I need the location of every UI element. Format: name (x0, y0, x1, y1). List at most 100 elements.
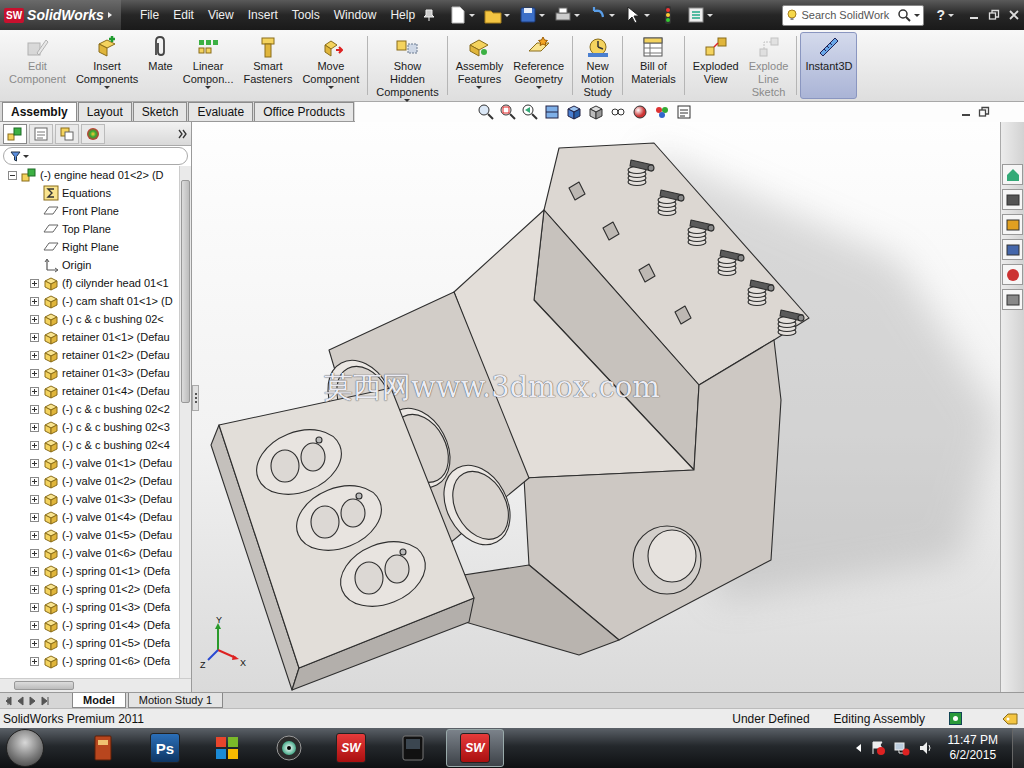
tree-item[interactable]: (-) spring 01<1> (Defa (0, 562, 179, 580)
quick-access-tool[interactable] (586, 3, 617, 27)
show-desktop-button[interactable] (1012, 728, 1024, 768)
view-tool-icon[interactable] (521, 103, 539, 121)
nav-arrow-icon[interactable] (16, 696, 26, 706)
task-pane-button[interactable] (1002, 164, 1023, 185)
view-tool-icon[interactable] (565, 103, 583, 121)
view-tool-icon[interactable] (609, 103, 627, 121)
view-tool-icon[interactable] (499, 103, 517, 121)
clock[interactable]: 11:47 PM6/2/2015 (942, 733, 1004, 763)
quick-access-tool[interactable] (684, 3, 715, 27)
show-hidden-icons-icon[interactable] (854, 743, 862, 753)
view-tool-icon[interactable] (477, 103, 495, 121)
command-button[interactable]: NewMotionStudy (576, 32, 619, 99)
nav-arrow-icon[interactable] (28, 696, 38, 706)
task-pane-button[interactable] (1002, 289, 1023, 310)
horizontal-scrollbar[interactable] (0, 678, 191, 692)
scroll-thumb[interactable] (181, 180, 190, 403)
tree-item[interactable]: (-) spring 01<2> (Defa (0, 580, 179, 598)
menu-item[interactable]: Help (383, 6, 422, 24)
expander-icon[interactable] (30, 333, 39, 342)
network-icon[interactable] (894, 740, 910, 756)
command-button[interactable]: EditComponent (4, 32, 71, 99)
quick-access-tool[interactable] (656, 3, 680, 27)
panel-splitter[interactable] (192, 385, 199, 411)
tree-item[interactable]: (f) cilynder head 01<1 (0, 274, 179, 292)
quick-access-tool[interactable] (446, 3, 477, 27)
command-button[interactable]: InsertComponents (71, 32, 143, 99)
menu-item[interactable]: Insert (241, 6, 285, 24)
bottom-tab[interactable]: Motion Study 1 (128, 693, 223, 708)
expander-icon[interactable] (30, 531, 39, 540)
expander-icon[interactable] (30, 621, 39, 630)
minimize-icon[interactable] (960, 106, 972, 118)
tree-item[interactable]: (-) valve 01<6> (Defau (0, 544, 179, 562)
command-button[interactable]: ExplodedView (688, 32, 744, 99)
expander-icon[interactable] (30, 387, 39, 396)
more-chevron-icon[interactable] (178, 129, 188, 139)
tree-item[interactable]: (-) c & c bushing 02< (0, 310, 179, 328)
tree-item[interactable]: (-) engine head 01<2> (D (0, 166, 179, 184)
view-tool-icon[interactable] (653, 103, 671, 121)
tree-item[interactable]: Right Plane (0, 238, 179, 256)
command-button[interactable]: Bill ofMaterials (626, 32, 681, 99)
command-button[interactable]: AssemblyFeatures (451, 32, 509, 99)
quick-access-tool[interactable] (481, 3, 512, 27)
expander-icon[interactable] (30, 657, 39, 666)
tab[interactable]: Office Products (254, 102, 354, 121)
expander-icon[interactable] (30, 423, 39, 432)
scroll-thumb[interactable] (14, 681, 74, 690)
pin-icon[interactable] (422, 8, 436, 22)
search-field[interactable]: Search SolidWork (782, 5, 924, 26)
command-button[interactable]: Instant3D (800, 32, 857, 99)
close-icon[interactable] (1008, 9, 1020, 21)
taskbar-app[interactable]: Ps (136, 729, 194, 767)
nav-arrow-icon[interactable] (40, 696, 50, 706)
expander-icon[interactable] (30, 369, 39, 378)
graphics-area[interactable]: 莫西网www.3dmox.comYXZ (192, 122, 1000, 692)
tree-item[interactable]: (-) valve 01<1> (Defau (0, 454, 179, 472)
task-pane-button[interactable] (1002, 189, 1023, 210)
action-center-icon[interactable] (870, 740, 886, 756)
restore-icon[interactable] (988, 9, 1000, 21)
command-button[interactable]: ExplodeLineSketch (744, 32, 794, 99)
search-icon[interactable] (897, 8, 911, 22)
tree-item[interactable]: (-) spring 01<6> (Defa (0, 652, 179, 670)
app-logo[interactable]: SWSolidWorks (0, 0, 121, 30)
tree-item[interactable]: Origin (0, 256, 179, 274)
tree-item[interactable]: (-) c & c bushing 02<4 (0, 436, 179, 454)
vertical-scrollbar[interactable] (179, 166, 191, 678)
expander-icon[interactable] (30, 639, 39, 648)
view-tool-icon[interactable] (587, 103, 605, 121)
tree-item[interactable]: (-) valve 01<4> (Defau (0, 508, 179, 526)
expander-icon[interactable] (30, 405, 39, 414)
caret-icon[interactable] (328, 86, 334, 89)
quick-access-tool[interactable] (621, 3, 652, 27)
tree-item[interactable]: (-) valve 01<3> (Defau (0, 490, 179, 508)
expander-icon[interactable] (30, 477, 39, 486)
help-icon[interactable] (949, 712, 962, 725)
quick-access-tool[interactable] (516, 3, 547, 27)
task-pane-button[interactable] (1002, 214, 1023, 235)
expander-icon[interactable] (30, 495, 39, 504)
tab[interactable]: Evaluate (188, 102, 253, 121)
panel-tab[interactable] (55, 124, 79, 144)
expander-icon[interactable] (30, 351, 39, 360)
expander-icon[interactable] (30, 513, 39, 522)
quick-access-tool[interactable] (551, 3, 582, 27)
tree-item[interactable]: Front Plane (0, 202, 179, 220)
tree-item[interactable]: (-) valve 01<2> (Defau (0, 472, 179, 490)
expander-icon[interactable] (30, 567, 39, 576)
panel-tab[interactable] (29, 124, 53, 144)
command-button[interactable]: ReferenceGeometry (508, 32, 569, 99)
caret-icon[interactable] (104, 86, 110, 89)
caret-icon[interactable] (536, 86, 542, 89)
expander-icon[interactable] (30, 585, 39, 594)
menu-item[interactable]: Window (327, 6, 384, 24)
command-button[interactable]: Mate (143, 32, 177, 99)
engine-model[interactable] (192, 122, 1000, 692)
command-button[interactable]: MoveComponent (297, 32, 364, 99)
tree-item[interactable]: retainer 01<1> (Defau (0, 328, 179, 346)
caret-icon[interactable] (205, 86, 211, 89)
task-pane-button[interactable] (1002, 239, 1023, 260)
menu-item[interactable]: File (133, 6, 166, 24)
